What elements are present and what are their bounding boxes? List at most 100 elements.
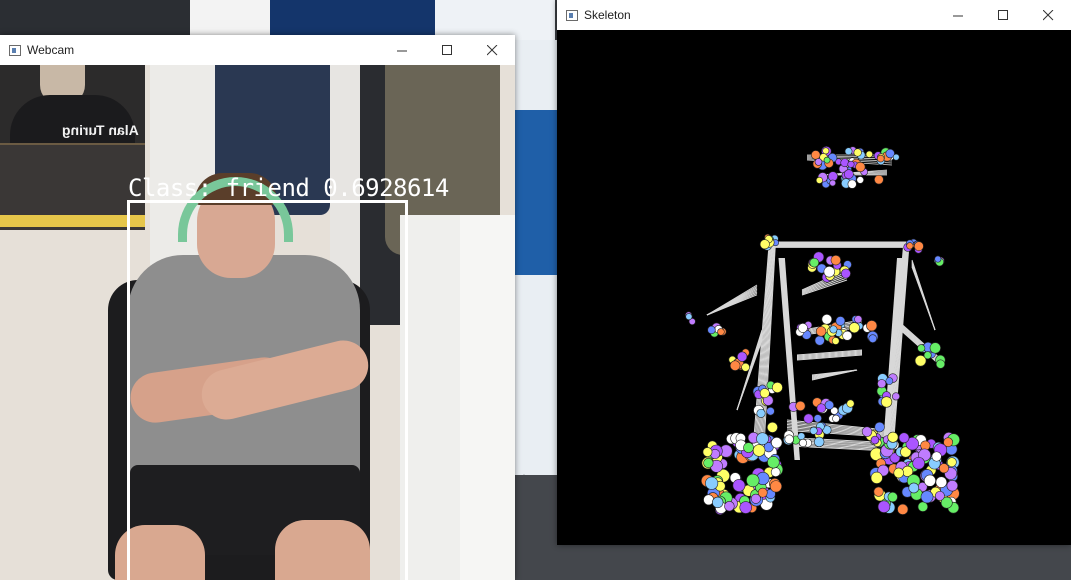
skeleton-keypoint: [893, 467, 905, 479]
minimize-button[interactable]: [936, 0, 981, 30]
skeleton-keypoint: [934, 255, 942, 263]
background-window-strip: [190, 0, 270, 40]
skeleton-keypoint: [866, 320, 878, 332]
maximize-button[interactable]: [425, 35, 470, 65]
skeleton-keypoint: [855, 161, 866, 173]
webcam-video-frame: Alan Turing Class: friend 0.6928614: [0, 65, 515, 580]
skeleton-keypoint: [685, 313, 693, 321]
skeleton-keypoint: [766, 406, 775, 416]
skeleton-keypoint: [771, 436, 783, 449]
skeleton-keypoint: [798, 438, 808, 447]
skeleton-keypoint: [873, 486, 884, 497]
skeleton-keypoint: [756, 432, 769, 446]
close-button[interactable]: [470, 35, 515, 65]
skeleton-keypoint: [809, 426, 818, 435]
skeleton-keypoint: [717, 328, 725, 336]
skeleton-keypoint: [784, 434, 794, 444]
minimize-button[interactable]: [380, 35, 425, 65]
skeleton-keypoint: [880, 396, 893, 408]
close-button[interactable]: [1026, 0, 1071, 30]
skeleton-keypoint: [908, 482, 920, 494]
skeleton-keypoint: [732, 479, 746, 492]
webcam-window[interactable]: Webcam Alan Turing Class: friend 0.69286…: [0, 35, 515, 580]
skeleton-keypoint: [743, 442, 754, 453]
skeleton-keypoint: [935, 359, 946, 369]
skeleton-keypoint: [914, 241, 924, 252]
skeleton-keypoint: [741, 362, 750, 372]
skeleton-keypoint: [931, 451, 942, 462]
skeleton-keypoint: [923, 474, 936, 487]
skeleton-keypoint: [752, 444, 766, 457]
skeleton-keypoint: [795, 400, 806, 412]
skeleton-keypoint: [865, 150, 873, 158]
skeleton-keypoint: [830, 254, 841, 266]
skeleton-keypoint: [827, 171, 838, 182]
skeleton-keypoint: [822, 147, 830, 155]
door-panel: [460, 215, 515, 580]
skeleton-keypoint: [946, 457, 957, 468]
skeleton-keypoint: [813, 414, 822, 423]
skeleton-keypoint: [917, 344, 926, 353]
skeleton-keypoint: [823, 156, 831, 164]
skeleton-keypoint: [803, 413, 814, 424]
skeleton-keypoint: [892, 392, 900, 401]
minimize-icon: [953, 15, 963, 16]
skeleton-keypoint: [815, 176, 823, 184]
poster-text: Alan Turing: [62, 122, 139, 138]
skeleton-titlebar[interactable]: Skeleton: [557, 0, 1071, 30]
skeleton-bone: [911, 266, 936, 331]
skeleton-keypoint: [887, 431, 899, 443]
skeleton-keypoint: [705, 476, 719, 490]
skeleton-keypoint: [815, 326, 827, 337]
skeleton-keypoint: [809, 257, 820, 268]
skeleton-keypoint: [874, 174, 884, 185]
skeleton-bone: [706, 294, 758, 316]
skeleton-keypoint: [887, 491, 898, 503]
skeleton-keypoint: [856, 176, 864, 184]
skeleton-keypoint: [840, 268, 851, 279]
skeleton-keypoint: [712, 496, 724, 509]
skeleton-keypoint: [821, 313, 833, 325]
webcam-window-title: Webcam: [27, 43, 75, 57]
wall-poster: Alan Turing: [0, 65, 145, 230]
skeleton-keypoint: [853, 148, 862, 157]
skeleton-keypoint: [912, 456, 925, 470]
skeleton-window-title: Skeleton: [584, 8, 631, 22]
skeleton-keypoint: [750, 493, 761, 504]
skeleton-keypoint: [797, 323, 808, 333]
skeleton-keypoint: [870, 435, 880, 445]
skeleton-keypoint: [870, 471, 883, 484]
skeleton-keypoint: [843, 169, 854, 179]
skeleton-keypoint: [847, 160, 855, 168]
skeleton-keypoint: [702, 447, 713, 457]
skeleton-keypoint: [835, 316, 846, 326]
detection-bounding-box: [127, 200, 408, 580]
skeleton-keypoint: [844, 147, 853, 156]
skeleton-keypoint: [929, 342, 941, 354]
skeleton-keypoint: [703, 457, 714, 469]
skeleton-render-canvas: [557, 30, 1071, 545]
background-window-strip: [270, 0, 435, 40]
skeleton-keypoint: [946, 479, 959, 492]
skeleton-keypoint: [724, 500, 735, 512]
skeleton-keypoint: [737, 351, 748, 362]
skeleton-keypoint: [847, 179, 857, 189]
skeleton-keypoint: [923, 351, 932, 360]
background-window-panel: [515, 110, 557, 275]
skeleton-keypoint: [877, 379, 887, 389]
skeleton-keypoint: [746, 473, 760, 488]
skeleton-visualization: [685, 146, 960, 516]
skeleton-keypoint: [920, 490, 934, 504]
skeleton-window[interactable]: Skeleton: [557, 0, 1071, 545]
maximize-icon: [998, 9, 1008, 20]
skeleton-keypoint: [874, 421, 885, 433]
webcam-titlebar[interactable]: Webcam: [0, 35, 515, 65]
skeleton-keypoint: [769, 480, 783, 493]
skeleton-keypoint: [938, 463, 949, 474]
close-icon: [487, 44, 498, 55]
maximize-button[interactable]: [981, 0, 1026, 30]
skeleton-keypoint: [935, 476, 948, 488]
skeleton-keypoint: [885, 377, 894, 385]
skeleton-keypoint: [898, 432, 910, 444]
skeleton-keypoint: [832, 414, 840, 423]
